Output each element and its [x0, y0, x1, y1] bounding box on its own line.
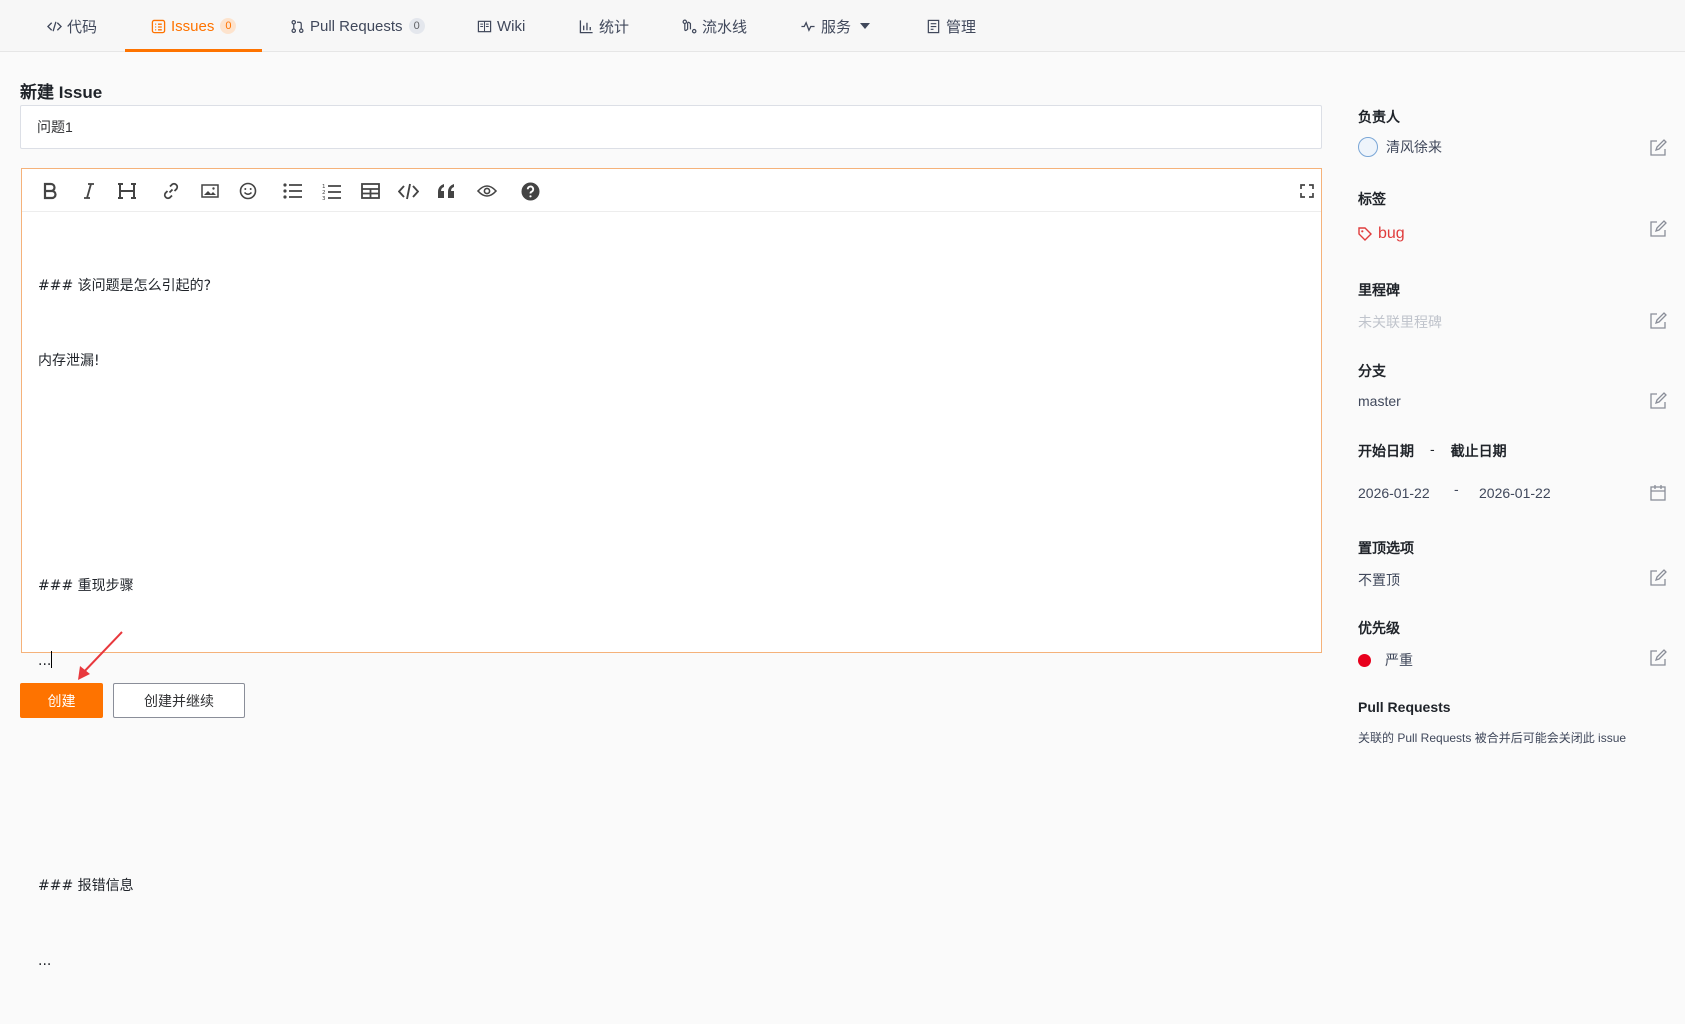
edit-icon[interactable]	[1649, 649, 1667, 667]
pull-requests-label: Pull Requests	[1358, 699, 1451, 715]
edit-icon[interactable]	[1649, 220, 1667, 238]
tab-pull-requests[interactable]: Pull Requests 0	[290, 0, 425, 52]
priority-label: 优先级	[1358, 620, 1400, 636]
date-labels: 开始日期 - 截止日期	[1358, 441, 1507, 461]
label-name: bug	[1378, 225, 1405, 242]
table-icon[interactable]	[358, 179, 382, 203]
caret-down-icon	[860, 23, 871, 29]
pull-requests-count-badge: 0	[408, 18, 425, 34]
bold-icon[interactable]	[38, 179, 62, 203]
pipeline-icon	[682, 19, 697, 33]
issue-title-input[interactable]	[20, 105, 1322, 149]
preview-eye-icon[interactable]	[475, 179, 499, 203]
start-date-value[interactable]: 2026-01-22	[1358, 485, 1430, 501]
tab-issues[interactable]: Issues 0	[124, 0, 264, 52]
calendar-icon[interactable]	[1649, 484, 1667, 502]
pull-request-icon	[291, 19, 304, 33]
tab-label: 代码	[67, 18, 98, 36]
numbered-list-icon[interactable]: 123	[319, 179, 343, 203]
edit-icon[interactable]	[1649, 569, 1667, 587]
editor-content[interactable]: ### 该问题是怎么引起的? 内存泄漏! ​ ​ ### 重现步骤 ... ​ …	[38, 224, 1305, 1024]
book-icon	[477, 20, 492, 32]
edit-icon[interactable]	[1649, 139, 1667, 157]
tab-label: 服务	[821, 18, 852, 36]
branch-label: 分支	[1358, 363, 1386, 379]
editor-line: ### 重现步骤	[38, 578, 134, 594]
editor-toolbar: 123	[22, 169, 1321, 212]
editor-line: 内存泄漏!	[38, 353, 100, 369]
assignee-name: 清风徐来	[1386, 139, 1442, 155]
page-title: 新建 Issue	[20, 83, 103, 102]
editor-line: ​	[38, 424, 1305, 449]
priority-name: 严重	[1385, 652, 1413, 668]
code-icon	[47, 21, 62, 31]
end-date-label: 截止日期	[1450, 443, 1507, 459]
tab-code[interactable]: 代码	[47, 0, 97, 52]
document-icon	[927, 19, 940, 33]
tab-label: 管理	[946, 18, 977, 36]
milestone-label: 里程碑	[1358, 282, 1400, 298]
tab-label: 流水线	[702, 18, 748, 36]
milestone-value: 未关联里程碑	[1358, 314, 1442, 330]
tab-label: Pull Requests	[310, 17, 403, 35]
svg-text:3: 3	[322, 196, 326, 200]
activity-icon	[801, 20, 815, 32]
editor-line: ### 该问题是怎么引起的?	[38, 278, 212, 294]
create-button[interactable]: 创建	[20, 683, 103, 718]
labels-label: 标签	[1358, 191, 1386, 207]
editor-line: ...	[38, 953, 52, 969]
tab-label: 统计	[599, 18, 630, 36]
label-tag-bug[interactable]: bug	[1358, 225, 1405, 243]
branch-value: master	[1358, 393, 1401, 409]
tag-icon	[1358, 227, 1372, 241]
tab-statistics[interactable]: 统计	[579, 0, 629, 52]
pull-requests-note: 关联的 Pull Requests 被合并后可能会关闭此 issue	[1358, 731, 1627, 745]
emoji-icon[interactable]	[236, 179, 260, 203]
date-separator: -	[1430, 441, 1435, 457]
tab-label: Wiki	[497, 17, 526, 35]
edit-icon[interactable]	[1649, 392, 1667, 410]
repo-nav-bar: 代码 Issues 0 Pull Requests 0 Wiki 统计 流水线 …	[0, 0, 1685, 52]
date-range-separator: -	[1454, 481, 1459, 497]
bar-chart-icon	[579, 19, 593, 33]
tab-services[interactable]: 服务	[800, 0, 875, 52]
editor-line: ### 报错信息	[38, 878, 134, 894]
editor-line: ​	[38, 499, 1305, 524]
code-icon[interactable]	[396, 179, 420, 203]
tab-pipeline[interactable]: 流水线	[682, 0, 747, 52]
link-icon[interactable]	[159, 179, 183, 203]
avatar	[1358, 137, 1378, 157]
bullet-list-icon[interactable]	[280, 179, 304, 203]
assignee-label: 负责人	[1358, 109, 1400, 125]
editor-line: ...	[38, 651, 53, 669]
editor-line: ​	[38, 799, 1305, 824]
assignee-value[interactable]: 清风徐来	[1358, 137, 1442, 157]
help-icon[interactable]	[518, 179, 542, 203]
fullscreen-icon[interactable]	[1295, 179, 1319, 203]
editor-line: ​	[38, 724, 1305, 749]
edit-icon[interactable]	[1649, 312, 1667, 330]
tab-wiki[interactable]: Wiki	[477, 0, 525, 52]
priority-value: 严重	[1358, 650, 1413, 670]
italic-icon[interactable]	[77, 179, 101, 203]
annotation-arrow	[78, 631, 123, 680]
markdown-editor: 123 ### 该问题是怎么引起的? 内存泄漏! ​ ​ ### 重现步骤 ..…	[21, 168, 1322, 969]
heading-icon[interactable]	[115, 179, 139, 203]
image-icon[interactable]	[198, 179, 222, 203]
issues-count-badge: 0	[220, 18, 237, 34]
issues-icon	[151, 19, 166, 33]
tab-manage[interactable]: 管理	[926, 0, 976, 52]
tab-label: Issues	[171, 17, 215, 35]
create-and-continue-button[interactable]: 创建并继续	[113, 683, 245, 718]
pin-value: 不置顶	[1358, 572, 1400, 588]
priority-dot-icon	[1358, 653, 1371, 667]
quote-icon[interactable]	[434, 179, 458, 203]
text-cursor	[51, 651, 53, 668]
pin-label: 置顶选项	[1358, 540, 1414, 556]
end-date-value[interactable]: 2026-01-22	[1479, 485, 1551, 501]
start-date-label: 开始日期	[1358, 443, 1414, 459]
